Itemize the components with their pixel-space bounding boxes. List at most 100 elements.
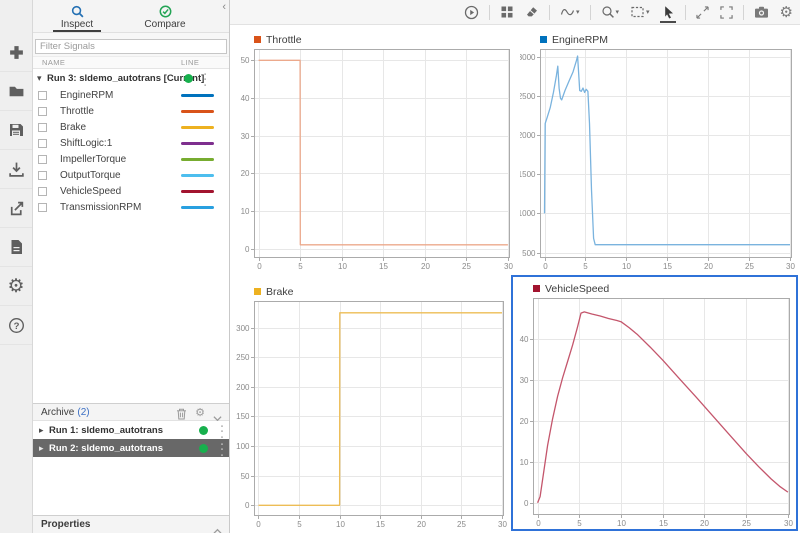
- properties-label: Properties: [41, 519, 90, 530]
- signal-line-swatch[interactable]: [181, 174, 214, 177]
- signal-line-swatch[interactable]: [181, 206, 214, 209]
- record-play-icon[interactable]: [463, 3, 480, 22]
- import-icon[interactable]: [0, 150, 32, 189]
- tab-compare[interactable]: Compare: [121, 0, 209, 32]
- fullscreen-icon[interactable]: [719, 4, 734, 21]
- open-folder-icon[interactable]: [0, 72, 32, 111]
- run-status-dot[interactable]: [199, 426, 208, 435]
- y-tick-label: 20: [241, 169, 250, 178]
- signal-checkbox[interactable]: [38, 203, 47, 212]
- chart-canvas[interactable]: 051015202530010203040: [513, 295, 796, 529]
- zoom-tool-icon[interactable]: ▾: [600, 3, 621, 21]
- camera-snapshot-icon[interactable]: [753, 3, 770, 21]
- cursor-arrow-icon[interactable]: [660, 3, 676, 21]
- signal-checkbox[interactable]: [38, 187, 47, 196]
- filter-signals-input[interactable]: [35, 39, 227, 54]
- signal-row[interactable]: Brake: [33, 119, 229, 135]
- report-icon[interactable]: [0, 228, 32, 267]
- column-header-line: LINE: [181, 58, 199, 67]
- expand-caret-icon[interactable]: ▸: [39, 425, 48, 436]
- add-icon[interactable]: [0, 33, 32, 72]
- signal-row[interactable]: EngineRPM: [33, 87, 229, 103]
- signal-row[interactable]: ShiftLogic:1: [33, 135, 229, 151]
- signal-name: OutputTorque: [60, 170, 121, 181]
- subplot-brake[interactable]: Brake051015202530050100150200250300: [234, 280, 510, 530]
- y-tick-label: 30: [241, 132, 250, 141]
- chart-legend: VehicleSpeed: [513, 277, 796, 295]
- chevron-up-icon[interactable]: [213, 522, 222, 533]
- subplot-layout-icon[interactable]: [499, 3, 515, 21]
- subplot-vehiclespeed[interactable]: VehicleSpeed051015202530010203040: [511, 275, 798, 531]
- signal-checkbox[interactable]: [38, 91, 47, 100]
- archive-header[interactable]: Archive (2) ⚙: [33, 403, 229, 421]
- subplot-throttle[interactable]: Throttle05101520253001020304050: [234, 28, 516, 272]
- signal-row[interactable]: ImpellerTorque: [33, 151, 229, 167]
- y-tick-label: 2500: [520, 92, 536, 101]
- chart-legend: Throttle: [234, 28, 516, 46]
- x-tick-label: 0: [256, 520, 261, 529]
- archive-run-row[interactable]: ▸Run 1: sldemo_autotrans●●●: [33, 421, 229, 439]
- x-tick-label: 15: [663, 262, 672, 271]
- help-icon[interactable]: ?: [0, 306, 32, 345]
- signal-line-swatch[interactable]: [181, 190, 214, 193]
- signal-row[interactable]: VehicleSpeed: [33, 183, 229, 199]
- signal-name: Brake: [60, 122, 86, 133]
- plot-settings-gear-icon[interactable]: ⚙: [779, 3, 794, 22]
- chart-canvas[interactable]: 05101520253001020304050: [234, 46, 516, 272]
- signal-row[interactable]: TransmissionRPM: [33, 199, 229, 215]
- tab-compare-label: Compare: [144, 19, 185, 30]
- signal-line-swatch[interactable]: [181, 142, 214, 145]
- y-tick-label: 0: [245, 245, 250, 254]
- export-icon[interactable]: [0, 189, 32, 228]
- signal-row[interactable]: OutputTorque: [33, 167, 229, 183]
- signal-line-swatch[interactable]: [181, 126, 214, 129]
- y-tick-label: 250: [236, 353, 250, 362]
- expand-caret-icon[interactable]: ▸: [39, 443, 48, 454]
- x-tick-label: 25: [462, 262, 471, 271]
- signal-line-swatch[interactable]: [181, 94, 214, 97]
- properties-bar[interactable]: Properties: [33, 515, 229, 533]
- signal-checkbox[interactable]: [38, 107, 47, 116]
- x-tick-label: 0: [543, 262, 548, 271]
- archive-run-row-selected[interactable]: ▸Run 2: sldemo_autotrans●●●: [33, 439, 229, 457]
- x-tick-label: 25: [742, 519, 751, 528]
- subplot-enginerpm[interactable]: EngineRPM0510152025305001000150020002500…: [520, 28, 798, 272]
- signal-row[interactable]: Throttle: [33, 103, 229, 119]
- chart-canvas[interactable]: 05101520253050010001500200025003000: [520, 46, 798, 272]
- svg-text:?: ?: [13, 320, 19, 331]
- legend-swatch: [254, 36, 261, 43]
- clear-plots-eraser-icon[interactable]: [524, 3, 540, 21]
- signal-checkbox[interactable]: [38, 139, 47, 148]
- save-icon[interactable]: [0, 111, 32, 150]
- settings-gear-icon[interactable]: ⚙: [0, 267, 32, 306]
- signal-checkbox[interactable]: [38, 171, 47, 180]
- run-status-dot[interactable]: [199, 444, 208, 453]
- run-group-row[interactable]: ▾ Run 3: sldemo_autotrans [Current] ●●●: [33, 69, 229, 87]
- signal-rows-area: ▾ Run 3: sldemo_autotrans [Current] ●●● …: [33, 69, 229, 407]
- chart-canvas[interactable]: 051015202530050100150200250300: [234, 298, 510, 530]
- resize-arrows-icon[interactable]: [695, 4, 710, 21]
- x-tick-label: 30: [504, 262, 513, 271]
- run-status-dot[interactable]: [184, 74, 193, 83]
- x-tick-label: 30: [784, 519, 793, 528]
- archive-gear-icon[interactable]: ⚙: [195, 406, 205, 419]
- tab-inspect-label: Inspect: [61, 19, 93, 30]
- kebab-menu-icon[interactable]: ●●●: [221, 424, 223, 440]
- panel-collapse-icon[interactable]: ‹: [222, 1, 226, 13]
- kebab-menu-icon[interactable]: ●●●: [204, 72, 206, 88]
- signal-checkbox[interactable]: [38, 155, 47, 164]
- signal-line-swatch[interactable]: [181, 110, 214, 113]
- active-tab-underline: [53, 30, 101, 32]
- expand-caret-icon[interactable]: ▾: [37, 73, 46, 84]
- signal-wave-icon[interactable]: ▾: [559, 3, 581, 21]
- fit-to-view-icon[interactable]: ▾: [629, 3, 651, 21]
- signal-line-swatch[interactable]: [181, 158, 214, 161]
- kebab-menu-icon[interactable]: ●●●: [221, 442, 223, 458]
- legend-label: Brake: [266, 286, 293, 298]
- toolbar-separator: [489, 5, 490, 20]
- tab-inspect[interactable]: Inspect: [33, 0, 121, 32]
- signal-checkbox[interactable]: [38, 123, 47, 132]
- run-group-label: Run 3: sldemo_autotrans [Current]: [47, 73, 204, 84]
- column-header-name: NAME: [42, 58, 65, 67]
- signal-name: TransmissionRPM: [60, 202, 141, 213]
